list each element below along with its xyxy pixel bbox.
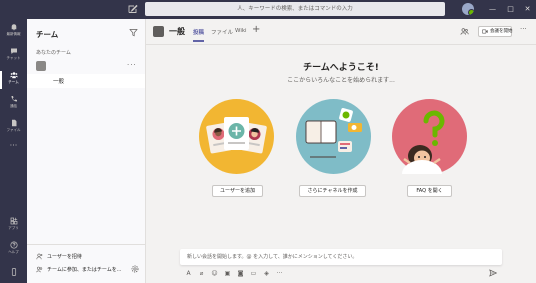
- appbar-item-chat[interactable]: チャット: [0, 45, 27, 67]
- title-bar: 人、キーワードの検索、またはコマンドの入力 — □ ✕: [0, 0, 536, 19]
- appbar-item-label: ヘルプ: [8, 250, 19, 254]
- create-channel-button[interactable]: さらにチャネルを作成: [299, 185, 366, 197]
- send-icon[interactable]: [489, 269, 497, 277]
- file-icon: [11, 119, 16, 127]
- sidebar-footer-divider: [27, 244, 145, 245]
- channels-illustration: [296, 99, 371, 174]
- tab-wiki[interactable]: Wiki: [235, 28, 247, 34]
- add-user-icon: [36, 253, 43, 260]
- start-meeting-label: 会議を開始: [490, 29, 513, 34]
- gif-icon[interactable]: ▣: [224, 270, 231, 277]
- faq-illustration: [392, 99, 467, 174]
- channel-title: 一般: [169, 27, 185, 36]
- filter-icon[interactable]: [129, 28, 138, 37]
- help-icon: [9, 241, 18, 249]
- more-options-icon[interactable]: ···: [127, 61, 137, 69]
- maximize-icon[interactable]: □: [502, 0, 519, 19]
- channel-label: 一般: [53, 79, 65, 85]
- add-tab-button[interactable]: +: [252, 24, 260, 35]
- section-label-your-teams: あなたのチーム: [36, 50, 71, 56]
- add-people-illustration: [199, 99, 274, 174]
- close-icon[interactable]: ✕: [519, 0, 536, 19]
- compose-box[interactable]: 新しい会話を開始します。@ を入力して、誰かにメンションしてください。: [180, 249, 502, 265]
- mobile-icon: [11, 268, 16, 276]
- appbar-item-label: 通話: [10, 104, 17, 108]
- format-icon[interactable]: A: [185, 270, 192, 277]
- emoji-icon[interactable]: ☺: [211, 270, 218, 277]
- channel-header: 一般 投稿 ファイル Wiki + 会議を開始 ···: [146, 19, 536, 45]
- create-channels-illustration: [296, 99, 371, 174]
- appbar-item-files[interactable]: ファイル: [0, 117, 27, 139]
- open-faq-button[interactable]: FAQ を開く: [407, 185, 452, 197]
- tab-files[interactable]: ファイル: [211, 28, 233, 36]
- avatar[interactable]: [462, 3, 474, 15]
- team-members-icon[interactable]: [460, 27, 469, 36]
- team-avatar: [36, 61, 46, 71]
- teams-icon: [9, 72, 18, 79]
- team-avatar: [153, 26, 164, 37]
- video-camera-icon: [482, 29, 488, 34]
- join-create-team-label: チームに参加、またはチームを...: [47, 267, 122, 273]
- add-people-button[interactable]: ユーザーを追加: [212, 185, 263, 197]
- sidebar-title: チーム: [36, 30, 59, 39]
- minimize-icon[interactable]: —: [484, 0, 501, 19]
- appbar-item-apps[interactable]: アプリ: [0, 215, 27, 237]
- tab-posts[interactable]: 投稿: [193, 28, 205, 42]
- attach-icon[interactable]: ⌀: [198, 270, 205, 277]
- question-person-illustration: [392, 99, 467, 174]
- appbar-item-calls[interactable]: 通話: [0, 93, 27, 115]
- more-icon: ···: [9, 141, 18, 150]
- appbar-item-label: チーム: [8, 80, 19, 84]
- compose-icon[interactable]: [128, 4, 138, 14]
- invite-users-label: ユーザーを招待: [47, 254, 82, 260]
- search-input[interactable]: 人、キーワードの検索、またはコマンドの入力: [145, 2, 445, 16]
- praise-icon[interactable]: ◈: [263, 270, 270, 277]
- teams-sidebar: チーム あなたのチーム ··· 一般 ユーザーを招待 チームに参加、またはチーム…: [27, 19, 146, 283]
- meet-now-icon[interactable]: ▭: [250, 270, 257, 277]
- welcome-subtitle: ここからいろんなことを始められます...: [287, 77, 395, 84]
- apps-icon: [10, 217, 17, 225]
- start-meeting-button[interactable]: 会議を開始: [478, 26, 513, 37]
- team-row[interactable]: ···: [27, 59, 145, 73]
- more-options-icon[interactable]: ···: [520, 25, 527, 33]
- gear-icon[interactable]: [131, 265, 139, 273]
- phone-icon: [11, 96, 17, 102]
- compose-input[interactable]: 新しい会話を開始します。@ を入力して、誰かにメンションしてください。: [187, 253, 357, 260]
- appbar-mobile-button[interactable]: [0, 265, 27, 281]
- welcome-title: チームへようこそ!: [303, 63, 379, 73]
- more-actions-icon[interactable]: ···: [276, 270, 283, 277]
- sticker-icon[interactable]: ◙: [237, 270, 244, 277]
- appbar-item-activity[interactable]: 最新情報: [0, 21, 27, 43]
- channel-row-general[interactable]: 一般: [27, 74, 145, 88]
- bell-icon: [11, 24, 16, 31]
- appbar-more-button[interactable]: ···: [0, 141, 27, 153]
- appbar-item-label: 最新情報: [6, 32, 21, 36]
- appbar-item-label: チャット: [6, 56, 21, 60]
- app-bar: 最新情報 チャット チーム 通話 ファイル ··· アプリ ヘルプ: [0, 19, 27, 283]
- people-cards-illustration: [199, 99, 274, 174]
- chat-icon: [10, 48, 17, 54]
- join-team-icon: [36, 266, 43, 273]
- appbar-item-help[interactable]: ヘルプ: [0, 239, 27, 261]
- channel-main: 一般 投稿 ファイル Wiki + 会議を開始 ··· チームへようこそ! ここ…: [146, 19, 536, 283]
- appbar-item-label: ファイル: [6, 128, 21, 132]
- appbar-item-teams[interactable]: チーム: [0, 69, 27, 91]
- appbar-item-label: アプリ: [8, 226, 19, 230]
